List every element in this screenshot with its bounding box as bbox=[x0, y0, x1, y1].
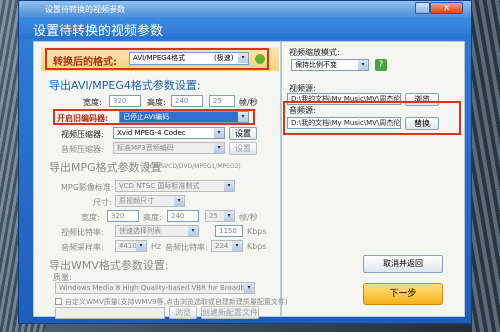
mpg-sample-unit: Hz bbox=[151, 242, 162, 251]
avi-fps-input[interactable]: 25 bbox=[209, 95, 235, 107]
minimize-button[interactable] bbox=[415, 2, 430, 14]
title-bar: 设置待转换的视频参数 x bbox=[19, 1, 471, 17]
mpg-size-select[interactable]: 原视频尺寸 ▾ bbox=[115, 195, 185, 207]
chevron-down-icon: ▾ bbox=[188, 226, 198, 236]
chevron-down-icon: ▾ bbox=[214, 128, 224, 138]
avi-section-title: 导出AVI/MPEG4格式参数设置: bbox=[49, 79, 201, 92]
dialog-window: 设置待转换的视频参数 x 设置待转换的视频参数 转换后的格式: AVI/MPEG… bbox=[18, 0, 472, 324]
chevron-down-icon: ▾ bbox=[214, 143, 224, 153]
chevron-down-icon: ▾ bbox=[232, 241, 242, 251]
avi-acodec-select[interactable]: 标准MP3音频编码 ▾ bbox=[113, 142, 225, 154]
avi-vcodec-value: Xvid MPEG-4 Codec bbox=[117, 129, 186, 137]
mpg-size-label: 尺寸: bbox=[93, 198, 112, 207]
highlight-box-codec bbox=[53, 109, 255, 125]
mpg-abitrate-value: 224 bbox=[215, 242, 229, 250]
avi-acodec-label: 音频压缩器: bbox=[61, 145, 104, 154]
wmv-custom-path-input[interactable] bbox=[55, 307, 165, 319]
highlight-box-format bbox=[45, 48, 269, 70]
chevron-down-icon: ▾ bbox=[224, 181, 234, 191]
mpg-vbitrate-label: 视频比特率: bbox=[61, 228, 104, 237]
dialog-header-title: 设置待转换的视频参数 bbox=[33, 24, 164, 39]
wmv-create-button[interactable]: 创建新配置文件 bbox=[201, 306, 259, 319]
mpg-sample-label: 音频采样率: bbox=[61, 243, 104, 252]
avi-vcodec-settings-button[interactable]: 设置 bbox=[229, 127, 257, 140]
avi-width-input[interactable]: 320 bbox=[109, 95, 141, 107]
avi-acodec-settings-button[interactable]: 设置 bbox=[229, 142, 257, 155]
mpg-width-label: 宽度: bbox=[81, 213, 100, 222]
chevron-down-icon: ▾ bbox=[136, 241, 146, 251]
mpg-abitrate-label: 音频比特率: bbox=[165, 243, 208, 252]
mpg-standard-label: MPG影像标准: bbox=[61, 183, 114, 192]
mpg-vbitrate-input[interactable]: 1150 bbox=[215, 225, 243, 237]
scale-mode-select[interactable]: 保持比例不变 ▾ bbox=[291, 59, 369, 71]
avi-vcodec-select[interactable]: Xvid MPEG-4 Codec ▾ bbox=[113, 127, 225, 139]
mpg-fps-select[interactable]: 25 ▾ bbox=[205, 210, 235, 222]
close-button[interactable]: x bbox=[430, 2, 463, 14]
mpg-standard-select[interactable]: VCD NTSC 国际标准制式 ▾ bbox=[115, 180, 235, 192]
dialog-header: 设置待转换的视频参数 bbox=[19, 17, 471, 39]
next-button[interactable]: 下一步 bbox=[363, 283, 443, 305]
mpg-width-input[interactable]: 320 bbox=[107, 210, 139, 222]
mpg-abitrate-unit: Kbps bbox=[247, 242, 267, 251]
avi-width-label: 宽度: bbox=[83, 98, 102, 107]
wmv-quality-value: Windows Media 8 High Quality-based VBR f… bbox=[59, 284, 255, 292]
mpg-section-note: (VCD/SVCD/DVD/MPEG1/MPEG2) bbox=[143, 163, 241, 170]
highlight-box-audio bbox=[283, 101, 461, 135]
chevron-down-icon: ▾ bbox=[244, 283, 254, 293]
cancel-return-button[interactable]: 取消并返回 bbox=[363, 255, 443, 273]
chevron-down-icon: ▾ bbox=[174, 196, 184, 206]
wmv-custom-checkbox[interactable] bbox=[55, 298, 62, 305]
avi-height-input[interactable]: 240 bbox=[171, 95, 203, 107]
mpg-fps-value: 25 bbox=[209, 212, 218, 220]
mpg-height-input[interactable]: 240 bbox=[167, 210, 199, 222]
help-icon[interactable]: ? bbox=[375, 59, 387, 71]
chevron-down-icon: ▾ bbox=[358, 60, 368, 70]
wmv-browse-button[interactable]: 浏览 bbox=[169, 306, 197, 319]
mpg-abitrate-select[interactable]: 224 ▾ bbox=[211, 240, 243, 252]
window-title: 设置待转换的视频参数 bbox=[45, 5, 125, 14]
mpg-standard-value: VCD NTSC 国际标准制式 bbox=[119, 182, 200, 190]
scale-mode-value: 保持比例不变 bbox=[295, 61, 337, 69]
avi-fps-unit: 帧/秒 bbox=[239, 98, 258, 107]
wmv-quality-select[interactable]: Windows Media 8 High Quality-based VBR f… bbox=[55, 282, 255, 294]
mpg-size-value: 原视频尺寸 bbox=[119, 197, 154, 205]
mpg-fps-unit: 帧/秒 bbox=[239, 213, 258, 222]
mpg-sample-select[interactable]: 44100 ▾ bbox=[115, 240, 147, 252]
scale-mode-label: 视频缩放模式: bbox=[289, 48, 340, 57]
mpg-vbitrate-value: 快速选择列表 bbox=[119, 227, 161, 235]
mpg-vbitrate-unit: Kbps bbox=[247, 227, 267, 236]
avi-height-label: 高度: bbox=[147, 98, 166, 107]
chevron-down-icon: ▾ bbox=[224, 211, 234, 221]
background-image-right bbox=[472, 0, 500, 332]
mpg-vbitrate-select[interactable]: 快速选择列表 ▾ bbox=[115, 225, 199, 237]
avi-acodec-value: 标准MP3音频编码 bbox=[117, 144, 174, 152]
mpg-height-label: 高度: bbox=[143, 213, 162, 222]
avi-vcodec-label: 视频压缩器: bbox=[61, 130, 104, 139]
wmv-section-title: 导出WMV格式参数设置: bbox=[49, 259, 169, 272]
